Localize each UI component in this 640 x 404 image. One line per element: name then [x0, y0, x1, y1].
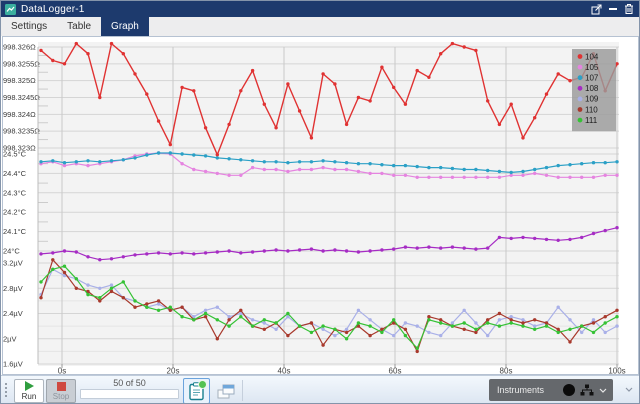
run-button[interactable]: Run — [14, 379, 44, 403]
svg-text:24.5°C: 24.5°C — [3, 150, 27, 159]
svg-text:105: 105 — [585, 63, 599, 72]
svg-text:80s: 80s — [500, 367, 513, 376]
svg-text:2.8µV: 2.8µV — [3, 284, 23, 293]
svg-text:24°C: 24°C — [3, 247, 20, 256]
svg-text:3.2µV: 3.2µV — [3, 259, 23, 268]
tab-bar: Settings Table Graph — [1, 17, 639, 36]
svg-text:0s: 0s — [58, 367, 66, 376]
svg-text:998.325Ω: 998.325Ω — [3, 76, 36, 85]
svg-text:998.3255Ω: 998.3255Ω — [3, 59, 40, 68]
window-controls — [591, 3, 634, 15]
svg-text:24.1°C: 24.1°C — [3, 227, 27, 236]
svg-text:104: 104 — [585, 52, 599, 61]
title-bar: DataLogger-1 — [1, 1, 639, 17]
window-title: DataLogger-1 — [21, 4, 85, 15]
active-status-badge — [198, 380, 207, 389]
acquisition-progress: 50 of 50 — [80, 378, 179, 399]
stop-button[interactable]: Stop — [46, 379, 76, 403]
svg-text:100s: 100s — [608, 367, 625, 376]
svg-text:998.326Ω: 998.326Ω — [3, 43, 36, 52]
legend: 104 105 107108 109110 111 — [572, 49, 616, 131]
stop-icon — [57, 382, 66, 391]
tab-graph[interactable]: Graph — [101, 17, 149, 36]
svg-text:1.6µV: 1.6µV — [3, 360, 23, 369]
instruments-dropdown[interactable]: Instruments — [489, 379, 613, 401]
bottom-toolbar: Run Stop 50 of 50 — [1, 375, 640, 404]
delete-icon[interactable] — [624, 3, 634, 15]
toolbar-overflow-chevron-icon[interactable] — [625, 387, 633, 392]
play-icon — [25, 381, 34, 391]
pop-out-icon[interactable] — [591, 4, 602, 15]
svg-text:24.4°C: 24.4°C — [3, 169, 27, 178]
svg-text:24.2°C: 24.2°C — [3, 208, 27, 217]
datalogger-window: DataLogger-1 Settings Table Graph 998.32… — [0, 0, 640, 404]
svg-text:110: 110 — [585, 105, 598, 114]
svg-text:2.4µV: 2.4µV — [3, 309, 23, 318]
svg-text:108: 108 — [585, 84, 599, 93]
network-icon — [580, 384, 594, 396]
tab-table[interactable]: Table — [57, 17, 101, 36]
svg-text:998.3245Ω: 998.3245Ω — [3, 93, 40, 102]
datalog-view-button[interactable] — [183, 378, 210, 404]
svg-text:2µV: 2µV — [3, 334, 17, 343]
progress-count: 50 of 50 — [113, 378, 146, 389]
instruments-label: Instruments — [497, 385, 544, 395]
svg-text:20s: 20s — [167, 367, 180, 376]
svg-text:998.324Ω: 998.324Ω — [3, 110, 36, 119]
svg-text:40s: 40s — [278, 367, 291, 376]
toolbar-separator — [242, 380, 243, 401]
toolbar-grip-icon[interactable] — [5, 383, 7, 397]
app-icon — [5, 4, 16, 15]
graph-plot[interactable]: 998.326Ω 998.3255Ω 998.325Ω 998.3245Ω 998.32… — [1, 37, 640, 375]
run-label: Run — [22, 392, 37, 401]
chevron-down-icon — [599, 388, 607, 393]
svg-text:107: 107 — [585, 74, 599, 83]
window-export-icon — [217, 384, 235, 399]
svg-text:998.3235Ω: 998.3235Ω — [3, 127, 40, 136]
instrument-count-badge — [563, 384, 575, 396]
progress-bar — [80, 389, 179, 399]
svg-text:109: 109 — [585, 95, 599, 104]
svg-text:60s: 60s — [389, 367, 402, 376]
stop-label: Stop — [53, 392, 69, 401]
export-window-button[interactable] — [212, 378, 239, 404]
svg-text:24.3°C: 24.3°C — [3, 188, 27, 197]
svg-text:111: 111 — [585, 116, 598, 125]
minimize-icon[interactable] — [609, 8, 617, 10]
tab-settings[interactable]: Settings — [1, 17, 57, 36]
